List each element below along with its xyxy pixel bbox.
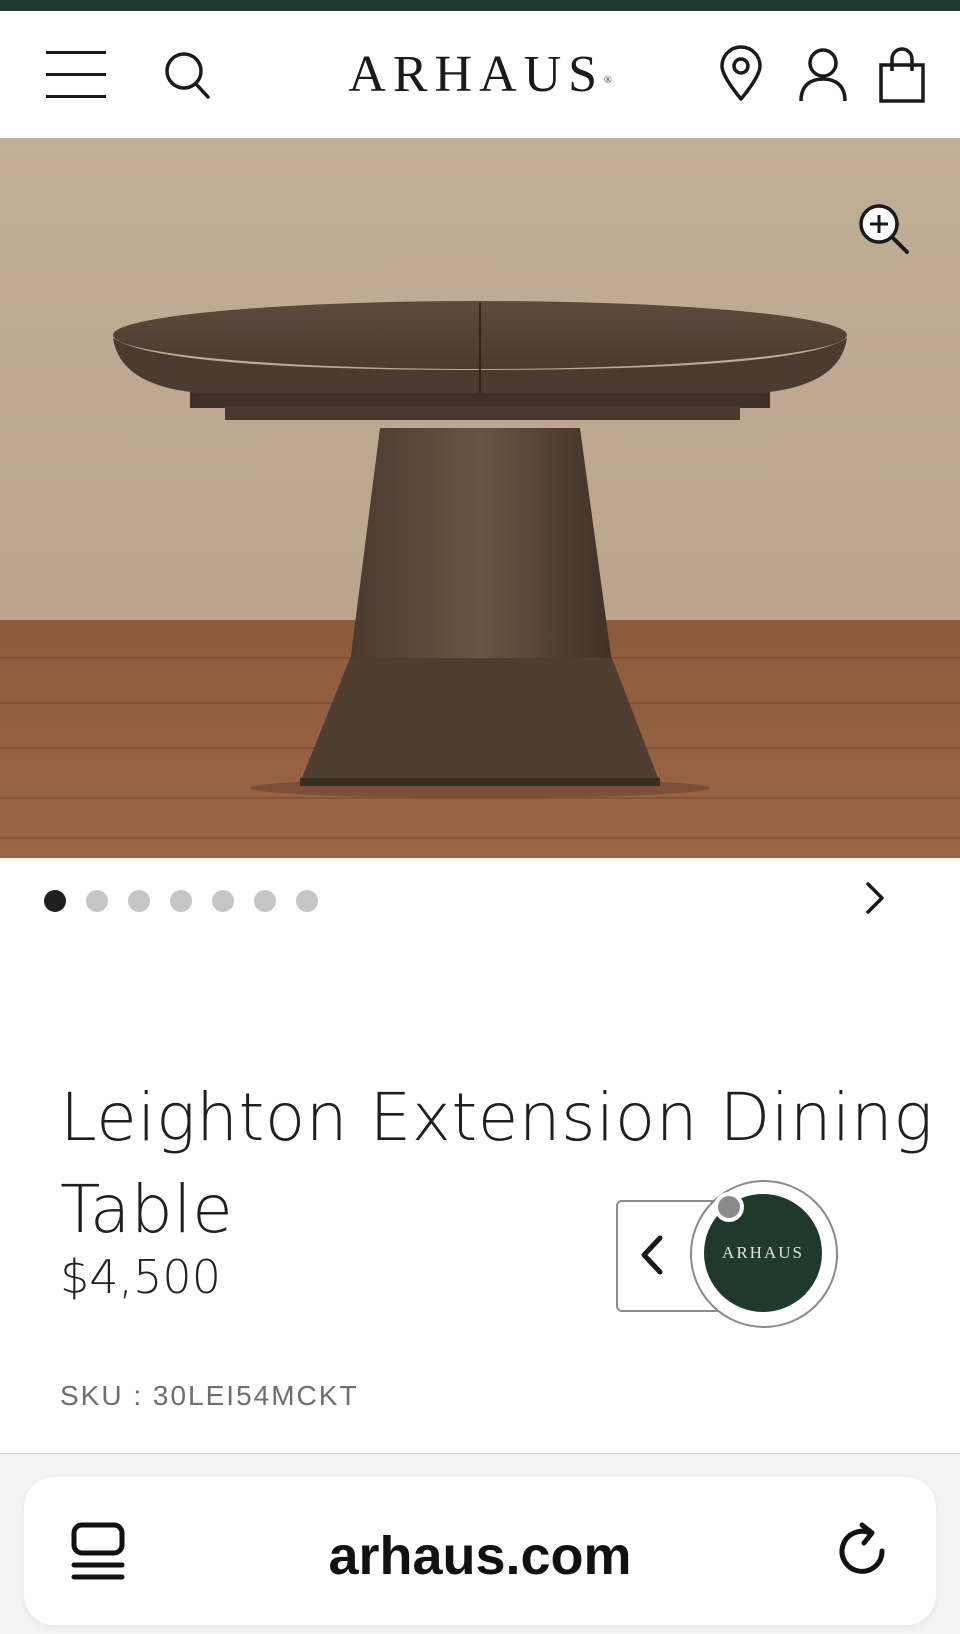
notification-dot: [714, 1192, 744, 1222]
product-image[interactable]: [0, 138, 960, 858]
location-pin-icon[interactable]: [716, 45, 766, 103]
carousel-dot[interactable]: [170, 890, 192, 912]
menu-icon[interactable]: [46, 51, 108, 101]
site-header: ARHAUS®: [0, 11, 960, 138]
chat-widget[interactable]: ARHAUS: [614, 1180, 842, 1330]
carousel-dot[interactable]: [254, 890, 276, 912]
address-bar[interactable]: arhaus.com: [24, 1477, 936, 1625]
carousel-dot[interactable]: [86, 890, 108, 912]
chevron-right-icon[interactable]: [860, 880, 890, 916]
url-text[interactable]: arhaus.com: [24, 1525, 936, 1587]
product-price: $4,500: [60, 1250, 221, 1304]
dining-table-photo: [0, 138, 960, 858]
carousel-dot[interactable]: [128, 890, 150, 912]
top-accent-bar: [0, 0, 960, 11]
brand-logo[interactable]: ARHAUS®: [270, 45, 690, 105]
carousel-dot[interactable]: [44, 890, 66, 912]
search-icon[interactable]: [162, 47, 214, 103]
product-sku: SKU : 30LEI54MCKT: [60, 1380, 359, 1411]
carousel-dot[interactable]: [296, 890, 318, 912]
chevron-left-icon: [641, 1235, 663, 1275]
reload-icon[interactable]: [836, 1521, 892, 1583]
account-icon[interactable]: [796, 45, 850, 105]
chat-logo-text: ARHAUS: [722, 1243, 804, 1262]
carousel-dot[interactable]: [212, 890, 234, 912]
shopping-bag-icon[interactable]: [876, 45, 928, 105]
zoom-in-icon[interactable]: [857, 202, 911, 256]
